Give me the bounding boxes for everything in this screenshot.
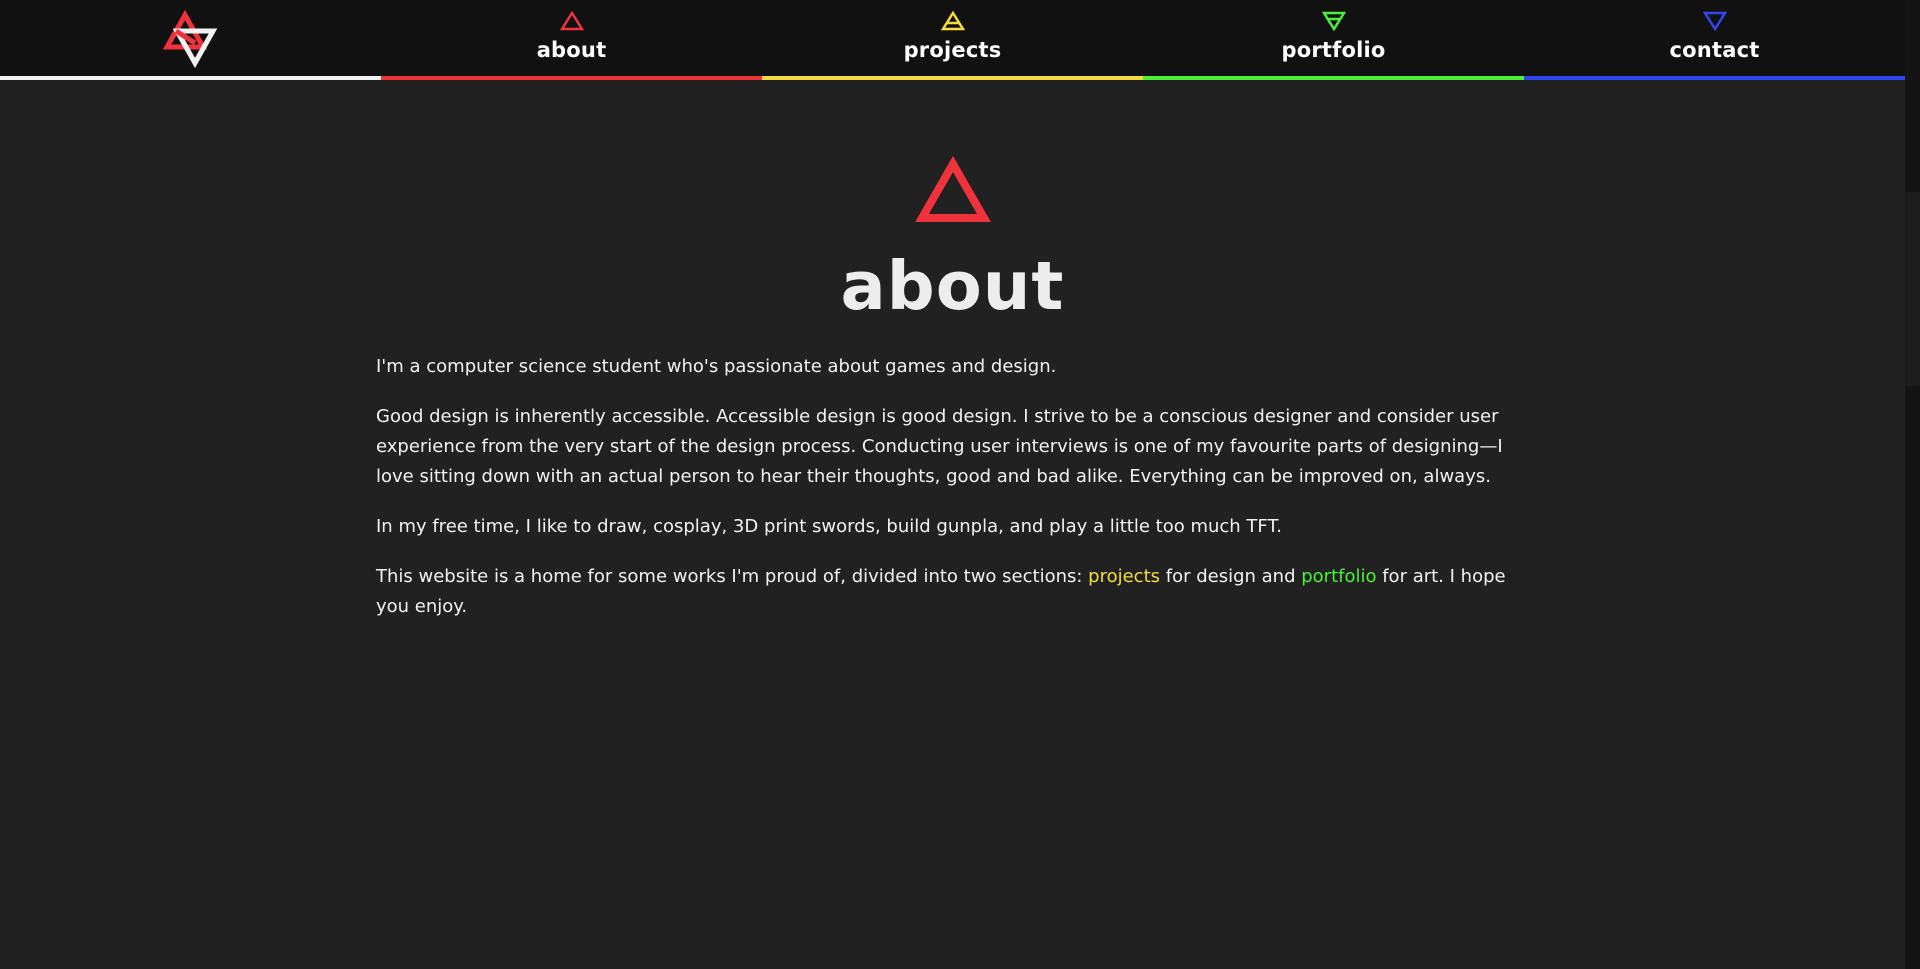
nav-projects-underline — [762, 76, 1143, 80]
nav-about-underline — [381, 76, 762, 80]
projects-link[interactable]: projects — [1088, 566, 1160, 587]
website-text-start: This website is a home for some works I'… — [376, 566, 1089, 587]
nav-contact-underline — [1524, 76, 1905, 80]
scrollbar-track[interactable] — [1905, 0, 1920, 969]
nav-label-about: about — [536, 38, 607, 62]
nav-label-projects: projects — [903, 38, 1002, 62]
nav-item-about[interactable]: about — [381, 0, 762, 80]
about-content: I'm a computer science student who's pas… — [376, 352, 1534, 642]
about-paragraph-hobbies: In my free time, I like to draw, cosplay… — [376, 516, 1283, 537]
about-paragraph-design: Good design is inherently accessible. Ac… — [376, 406, 1503, 487]
triangle-star-logo-icon — [162, 10, 218, 68]
top-nav: about projects portfolio contact — [0, 0, 1905, 80]
triangle-up-bar-icon — [940, 11, 965, 31]
nav-item-portfolio[interactable]: portfolio — [1143, 0, 1524, 80]
portfolio-link[interactable]: portfolio — [1301, 566, 1376, 587]
about-paragraph-intro: I'm a computer science student who's pas… — [376, 356, 1057, 377]
nav-home-logo[interactable] — [0, 0, 381, 80]
page: about projects portfolio contact about I… — [0, 0, 1920, 969]
nav-home-underline — [0, 76, 381, 80]
scrollbar-thumb[interactable] — [1905, 192, 1920, 386]
triangle-down-bar-icon — [1321, 11, 1346, 31]
nav-label-contact: contact — [1669, 38, 1760, 62]
nav-portfolio-underline — [1143, 76, 1524, 80]
nav-item-contact[interactable]: contact — [1524, 0, 1905, 80]
page-title: about — [840, 247, 1065, 325]
about-paragraph-website: This website is a home for some works I'… — [376, 562, 1534, 622]
nav-item-projects[interactable]: projects — [762, 0, 1143, 80]
triangle-down-icon — [1702, 11, 1727, 31]
nav-label-portfolio: portfolio — [1281, 38, 1386, 62]
triangle-up-icon — [559, 11, 584, 31]
about-triangle-icon — [915, 156, 991, 222]
website-text-middle: for design and — [1160, 566, 1302, 587]
